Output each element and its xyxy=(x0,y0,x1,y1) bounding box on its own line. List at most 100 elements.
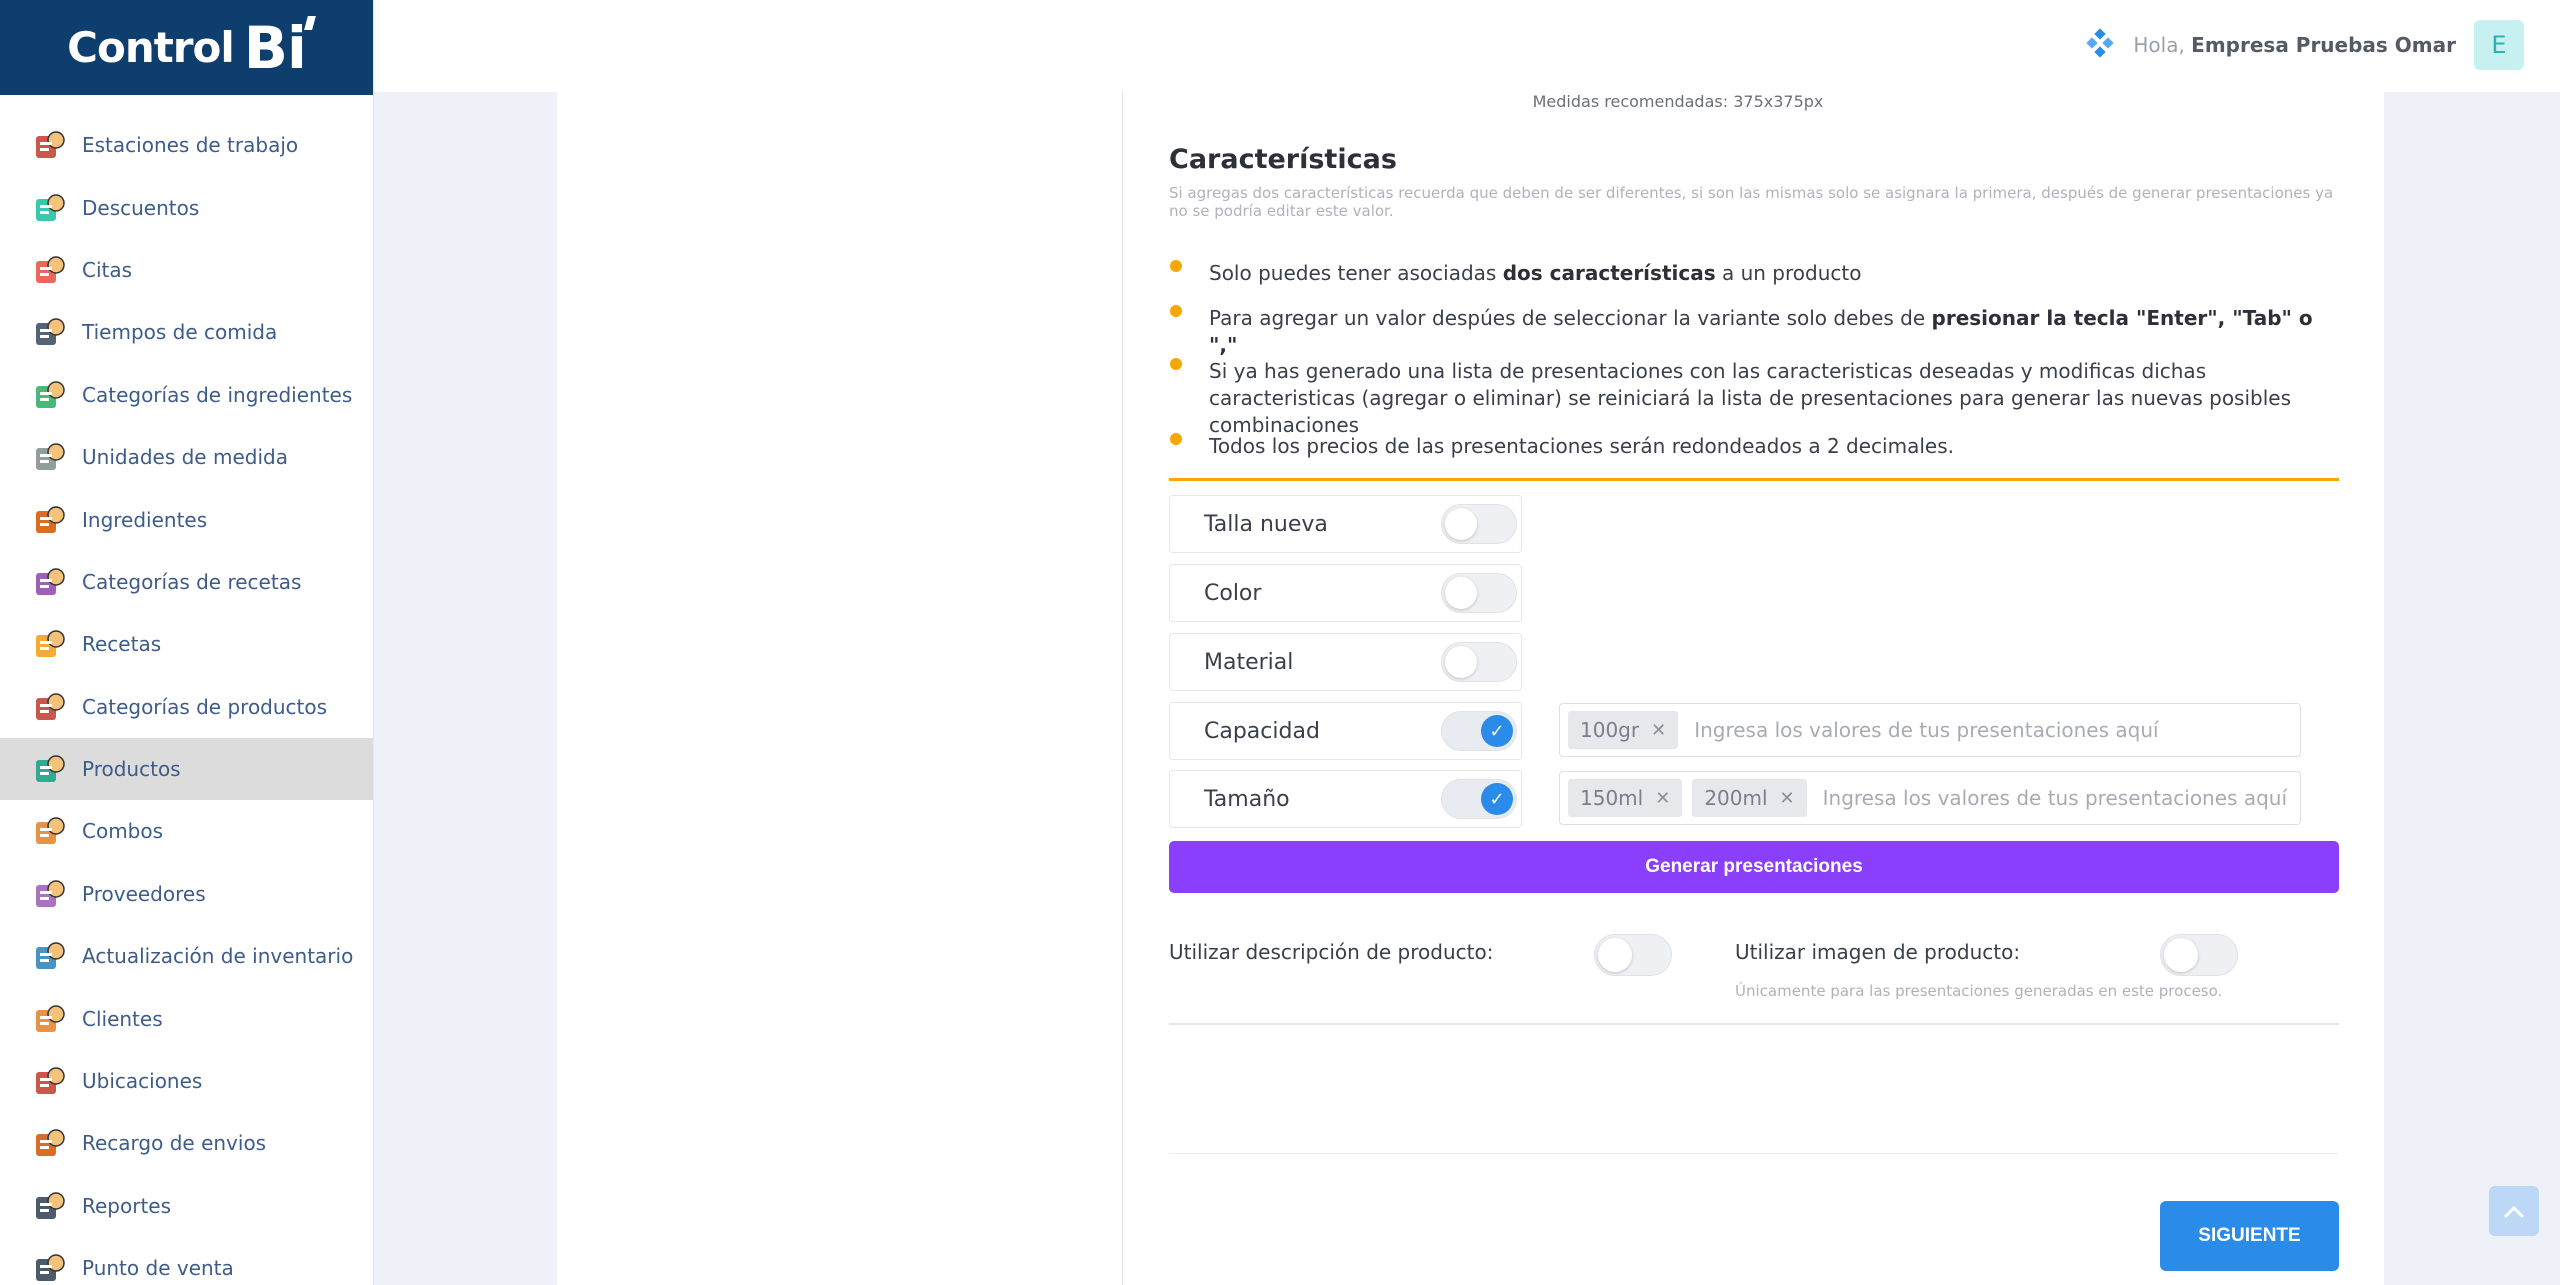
sidebar-item[interactable]: Proveedores xyxy=(0,863,373,925)
value-tag: 200ml ✕ xyxy=(1692,779,1807,817)
user-greeting: Hola, Empresa Pruebas Omar xyxy=(2133,33,2456,57)
sidebar-item[interactable]: Reportes xyxy=(0,1175,373,1237)
sidebar-item-label: Estaciones de trabajo xyxy=(82,133,299,158)
generate-presentations-button[interactable]: Generar presentaciones xyxy=(1169,841,2339,893)
scroll-to-top-button[interactable] xyxy=(2489,1186,2539,1236)
reports-icon xyxy=(30,1187,68,1225)
tag-input[interactable]: 150ml ✕ 200ml ✕ Ingresa los valores de tus p… xyxy=(1559,771,2301,825)
sidebar-item-label: Reportes xyxy=(82,1193,172,1218)
recipe-icon xyxy=(30,625,68,663)
sidebar-item-label: Actualización de inventario xyxy=(82,944,354,969)
recommended-size-note: Medidas recomendadas: 375x375px xyxy=(1532,92,1824,111)
feature-toggle[interactable] xyxy=(1441,504,1517,544)
tag-text: 150ml xyxy=(1580,786,1644,810)
feature-label: Material xyxy=(1204,649,1294,675)
sidebar-item-label: Categorías de recetas xyxy=(82,569,302,594)
tag-input[interactable]: 100gr ✕ Ingresa los valores de tus present… xyxy=(1559,703,2301,757)
sidebar-item[interactable]: Categorías de ingredientes xyxy=(0,364,373,426)
value-tag: 150ml ✕ xyxy=(1568,779,1683,817)
rules-divider xyxy=(1169,478,2339,481)
feature-toggle-row: Capacidad ✓ xyxy=(1169,702,1522,760)
products-icon xyxy=(30,750,68,788)
card-divider xyxy=(1122,92,1123,1285)
feature-label: Tamaño xyxy=(1204,786,1290,812)
topbar: Hola, Empresa Pruebas Omar E xyxy=(374,0,2560,92)
topbar-user: Hola, Empresa Pruebas Omar E xyxy=(2085,20,2524,70)
brand-logo: Control Bi xyxy=(67,13,307,82)
next-button[interactable]: SIGUIENTE xyxy=(2160,1201,2339,1271)
sidebar-item-label: Descuentos xyxy=(82,195,200,220)
tag-input-placeholder: Ingresa los valores de tus presentacione… xyxy=(1822,786,2287,810)
recipe-category-icon xyxy=(30,563,68,601)
sidebar-item[interactable]: Productos xyxy=(0,737,373,801)
sidebar-item-label: Recetas xyxy=(82,632,162,657)
avatar[interactable]: E xyxy=(2474,20,2524,70)
use-image-note: Únicamente para las presentaciones gener… xyxy=(1735,982,2223,1000)
meal-time-icon xyxy=(30,313,68,351)
sidebar-item[interactable]: Punto de venta xyxy=(0,1237,373,1285)
use-image-label: Utilizar imagen de producto: xyxy=(1735,940,2021,964)
sidebar-item-label: Combos xyxy=(82,819,164,844)
feature-toggle[interactable]: ✓ xyxy=(1441,779,1517,819)
remove-tag-icon[interactable]: ✕ xyxy=(1780,788,1795,809)
sidebar-item-label: Ingredientes xyxy=(82,507,208,532)
sidebar-item[interactable]: Estaciones de trabajo xyxy=(0,114,373,176)
sidebar-item-label: Ubicaciones xyxy=(82,1069,203,1094)
measure-icon xyxy=(30,438,68,476)
sidebar-item[interactable]: Clientes xyxy=(0,987,373,1049)
use-description-label: Utilizar descripción de producto: xyxy=(1169,940,1494,964)
sidebar-item[interactable]: Categorías de productos xyxy=(0,676,373,738)
divider xyxy=(1169,1153,2339,1154)
calendar-icon xyxy=(30,251,68,289)
tag-text: 200ml xyxy=(1704,786,1768,810)
sidebar-item-label: Recargo de envios xyxy=(82,1131,267,1156)
supplier-icon xyxy=(30,875,68,913)
rule-item: Solo puedes tener asociadas dos caracter… xyxy=(1169,260,2339,287)
sidebar: Control Bi Estaciones de trabajo Descuent… xyxy=(0,0,374,1285)
remove-tag-icon[interactable]: ✕ xyxy=(1651,720,1666,741)
brand-suffix: Bi xyxy=(243,13,307,82)
clients-icon xyxy=(30,1000,68,1038)
feature-toggle[interactable] xyxy=(1441,642,1517,682)
sidebar-item-label: Proveedores xyxy=(82,881,206,906)
chevron-up-icon xyxy=(2503,1197,2525,1225)
check-icon: ✓ xyxy=(1489,720,1505,742)
remove-tag-icon[interactable]: ✕ xyxy=(1655,788,1670,809)
sidebar-item[interactable]: Tiempos de comida xyxy=(0,301,373,363)
brand-name: Control xyxy=(67,23,235,72)
sidebar-item[interactable]: Actualización de inventario xyxy=(0,925,373,987)
sidebar-item-label: Productos xyxy=(82,757,181,782)
sidebar-item[interactable]: Combos xyxy=(0,800,373,862)
sidebar-item[interactable]: Citas xyxy=(0,239,373,301)
rule-item: Si ya has generado una lista de presenta… xyxy=(1169,358,2339,439)
feature-toggle-row: Tamaño ✓ xyxy=(1169,770,1522,828)
sidebar-item-label: Citas xyxy=(82,257,133,282)
sidebar-item[interactable]: Ingredientes xyxy=(0,488,373,550)
rule-item: Para agregar un valor despúes de selecci… xyxy=(1169,305,2339,359)
workstation-icon xyxy=(30,126,68,164)
sidebar-item-label: Punto de venta xyxy=(82,1256,234,1281)
tag-text: 100gr xyxy=(1580,718,1640,742)
sidebar-item-label: Categorías de ingredientes xyxy=(82,382,353,407)
feature-toggle-row: Material xyxy=(1169,633,1522,691)
logo-bar[interactable]: Control Bi xyxy=(0,0,373,95)
value-tag: 100gr ✕ xyxy=(1568,711,1679,749)
feature-label: Color xyxy=(1204,580,1262,606)
sidebar-item[interactable]: Unidades de medida xyxy=(0,426,373,488)
sidebar-item[interactable]: Recetas xyxy=(0,613,373,675)
divider xyxy=(1169,1023,2339,1025)
diamond-icon[interactable] xyxy=(2085,28,2115,62)
use-image-toggle[interactable] xyxy=(2160,934,2238,976)
sidebar-item[interactable]: Ubicaciones xyxy=(0,1050,373,1112)
sidebar-item-label: Unidades de medida xyxy=(82,445,288,470)
check-icon: ✓ xyxy=(1489,788,1505,810)
use-description-toggle[interactable] xyxy=(1594,934,1672,976)
location-icon xyxy=(30,1062,68,1100)
feature-toggle[interactable] xyxy=(1441,573,1517,613)
product-category-icon xyxy=(30,688,68,726)
sidebar-nav: Estaciones de trabajo Descuentos Citas Tiem… xyxy=(0,95,373,1285)
sidebar-item[interactable]: Recargo de envios xyxy=(0,1112,373,1174)
sidebar-item[interactable]: Descuentos xyxy=(0,176,373,238)
feature-toggle[interactable]: ✓ xyxy=(1441,711,1517,751)
sidebar-item[interactable]: Categorías de recetas xyxy=(0,551,373,613)
